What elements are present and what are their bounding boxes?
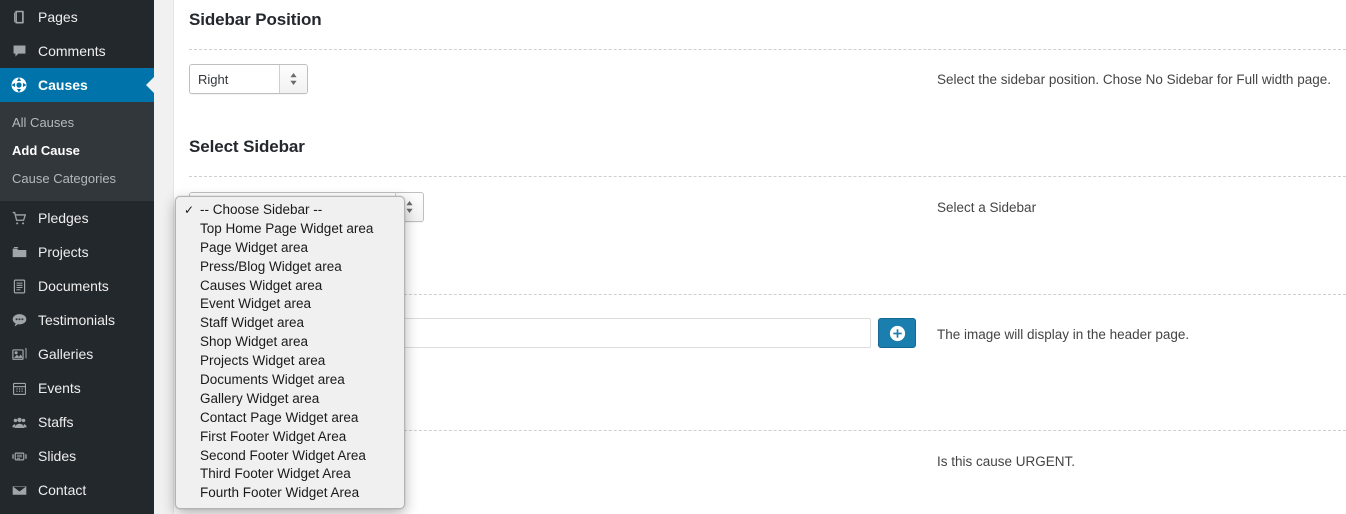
section-title-select-sidebar: Select Sidebar (189, 137, 305, 156)
admin-sidebar: Pages Comments Causes All Causes Add Cau… (0, 0, 154, 514)
sidebar-item-all-causes[interactable]: All Causes (0, 109, 154, 137)
sidebar-item-causes[interactable]: Causes (0, 68, 154, 102)
help-header-image: The image will display in the header pag… (937, 327, 1190, 342)
dropdown-option[interactable]: Fourth Footer Widget Area (176, 484, 404, 503)
dropdown-option-label: Staff Widget area (200, 315, 305, 331)
dropdown-option[interactable]: Third Footer Widget Area (176, 465, 404, 484)
dropdown-option-label: Event Widget area (200, 296, 312, 312)
help-sidebar-position: Select the sidebar position. Chose No Si… (937, 72, 1331, 87)
sidebar-item-projects[interactable]: Projects (0, 235, 154, 269)
plus-circle-icon (889, 325, 905, 341)
sidebar-position-select[interactable]: Right (189, 64, 308, 94)
dropdown-option[interactable]: Press/Blog Widget area (176, 258, 404, 277)
causes-submenu: All Causes Add Cause Cause Categories (0, 102, 154, 201)
divider-1 (189, 49, 1346, 50)
chevron-updown-icon (279, 65, 307, 93)
sidebar-item-label: Staffs (38, 414, 74, 430)
dropdown-option-label: Gallery Widget area (200, 390, 320, 406)
dropdown-option-label: Projects Widget area (200, 353, 326, 369)
dropdown-option[interactable]: Second Footer Widget Area (176, 447, 404, 466)
dropdown-option[interactable]: Projects Widget area (176, 352, 404, 371)
sidebar-item-label: Pages (38, 9, 78, 25)
dropdown-option[interactable]: Event Widget area (176, 295, 404, 314)
dropdown-option-label: Shop Widget area (200, 334, 309, 350)
sidebar-item-label: Testimonials (38, 312, 116, 328)
sidebar-item-label: Slides (38, 448, 77, 464)
dropdown-option-label: Second Footer Widget Area (200, 447, 366, 463)
sidebar-item-events[interactable]: Events (0, 371, 154, 405)
folder-icon (9, 242, 29, 262)
dropdown-option[interactable]: Staff Widget area (176, 314, 404, 333)
dropdown-option-label: Third Footer Widget Area (200, 466, 351, 482)
sidebar-item-cause-categories[interactable]: Cause Categories (0, 165, 154, 193)
sidebar-item-label: Comments (38, 43, 106, 59)
sidebar-item-contact[interactable]: Contact (0, 473, 154, 507)
content-gutter (154, 0, 174, 514)
sidebar-item-label: Causes (38, 77, 88, 93)
dropdown-option-label: Press/Blog Widget area (200, 258, 342, 274)
sidebar-item-label: Events (38, 380, 81, 396)
dropdown-option-label: First Footer Widget Area (200, 428, 347, 444)
help-urgent: Is this cause URGENT. (937, 454, 1076, 469)
staff-icon (9, 412, 29, 432)
dropdown-option[interactable]: Causes Widget area (176, 277, 404, 296)
dropdown-option-label: Page Widget area (200, 239, 309, 255)
sidebar-item-add-cause[interactable]: Add Cause (0, 137, 154, 165)
sidebar-item-pledges[interactable]: Pledges (0, 201, 154, 235)
dropdown-option-label: Top Home Page Widget area (200, 220, 374, 236)
sidebar-item-slides[interactable]: Slides (0, 439, 154, 473)
sidebar-item-testimonials[interactable]: Testimonials (0, 303, 154, 337)
check-icon: ✓ (184, 203, 195, 217)
gallery-icon (9, 344, 29, 364)
causes-icon (9, 75, 29, 95)
sidebar-item-label: Contact (38, 482, 87, 498)
dropdown-option-label: Fourth Footer Widget Area (200, 485, 360, 501)
comments-icon (9, 41, 29, 61)
section-title-sidebar-position: Sidebar Position (189, 10, 322, 29)
dropdown-option[interactable]: Documents Widget area (176, 371, 404, 390)
add-image-button[interactable] (878, 318, 916, 348)
divider-2 (189, 176, 1346, 177)
dropdown-option-label: Causes Widget area (200, 277, 323, 293)
cart-icon (9, 208, 29, 228)
envelope-icon (9, 480, 29, 500)
sidebar-item-label: Galleries (38, 346, 94, 362)
sidebar-item-pages[interactable]: Pages (0, 0, 154, 34)
dropdown-option[interactable]: Top Home Page Widget area (176, 220, 404, 239)
sidebar-select-dropdown[interactable]: ✓ -- Choose Sidebar -- Top Home Page Widge… (175, 196, 405, 510)
dropdown-option[interactable]: Page Widget area (176, 239, 404, 258)
sidebar-item-label: Documents (38, 278, 109, 294)
dropdown-option[interactable]: First Footer Widget Area (176, 428, 404, 447)
document-icon (9, 276, 29, 296)
testimonial-icon (9, 310, 29, 330)
wordpress-admin-screen: Pages Comments Causes All Causes Add Cau… (0, 0, 1346, 514)
dropdown-option-label: -- Choose Sidebar -- (200, 202, 323, 217)
pages-icon (9, 7, 29, 27)
sidebar-item-staffs[interactable]: Staffs (0, 405, 154, 439)
slides-icon (9, 446, 29, 466)
active-menu-arrow (146, 77, 154, 93)
sidebar-item-label: Projects (38, 244, 89, 260)
dropdown-option[interactable]: Contact Page Widget area (176, 409, 404, 428)
sidebar-item-documents[interactable]: Documents (0, 269, 154, 303)
sidebar-item-comments[interactable]: Comments (0, 34, 154, 68)
dropdown-option-label: Contact Page Widget area (200, 409, 359, 425)
sidebar-position-select-value: Right (190, 65, 279, 93)
calendar-icon (9, 378, 29, 398)
dropdown-option[interactable]: ✓ -- Choose Sidebar -- (176, 201, 404, 220)
dropdown-option[interactable]: Shop Widget area (176, 333, 404, 352)
dropdown-option-label: Documents Widget area (200, 372, 345, 388)
sidebar-item-label: Pledges (38, 210, 89, 226)
dropdown-option[interactable]: Gallery Widget area (176, 390, 404, 409)
sidebar-item-galleries[interactable]: Galleries (0, 337, 154, 371)
help-select-sidebar: Select a Sidebar (937, 200, 1037, 215)
